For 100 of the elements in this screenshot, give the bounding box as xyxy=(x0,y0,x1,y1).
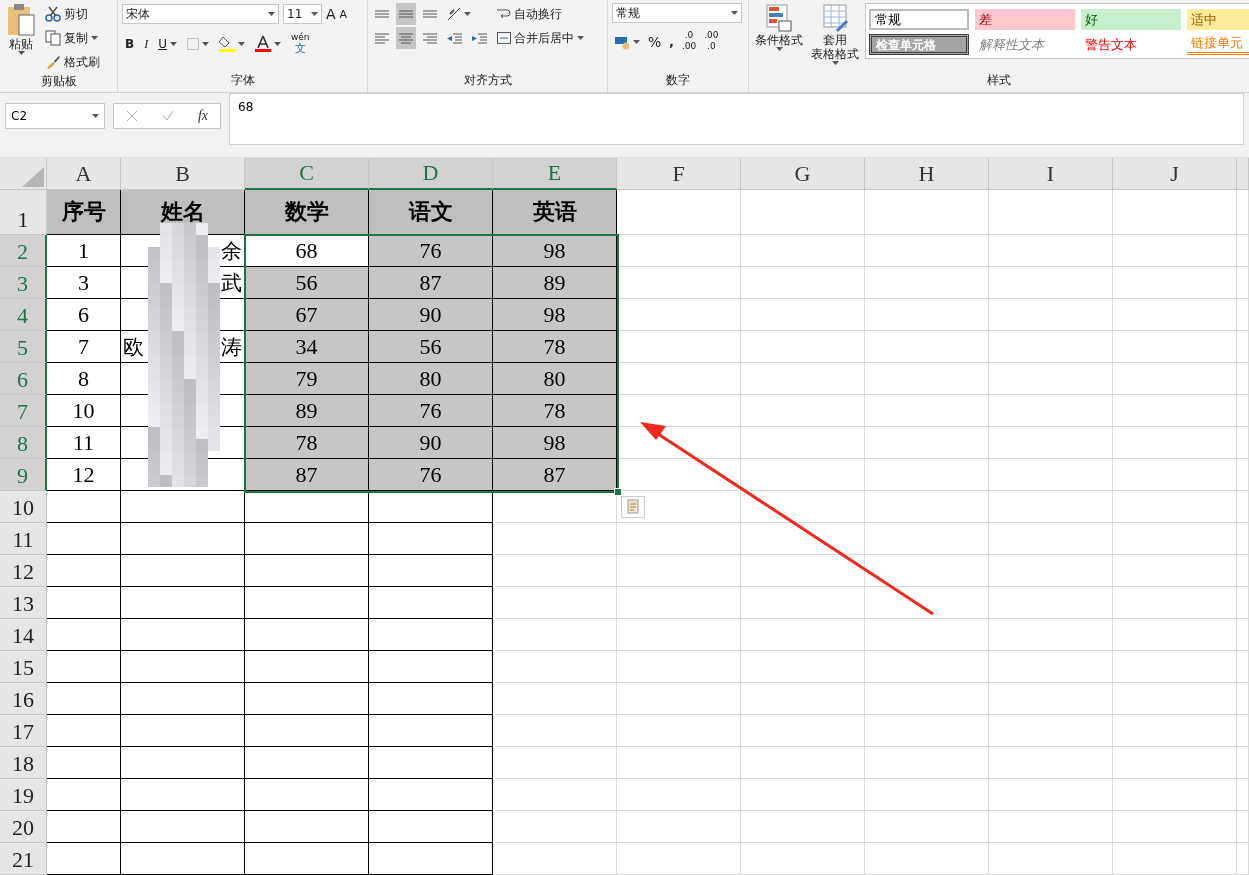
row-header[interactable]: 9 xyxy=(0,459,47,491)
table-cell: 12 xyxy=(47,459,121,491)
row-header[interactable]: 10 xyxy=(0,491,47,523)
column-header[interactable]: B xyxy=(121,158,245,190)
wrap-text-button[interactable]: 自动换行 xyxy=(494,3,587,25)
decrease-decimal-button[interactable]: .00 .0 xyxy=(701,29,722,55)
table-cell: 98 xyxy=(493,427,617,459)
font-size-dropdown[interactable]: 11 xyxy=(283,4,322,24)
row-header[interactable]: 6 xyxy=(0,363,47,395)
format-as-table-button[interactable]: 套用 表格格式 xyxy=(809,3,861,72)
caret-icon xyxy=(731,11,738,15)
copy-button[interactable]: 复制 xyxy=(42,27,103,49)
row-header[interactable]: 4 xyxy=(0,299,47,331)
table-cell: 76 xyxy=(369,395,493,427)
column-header[interactable]: G xyxy=(741,158,865,190)
italic-button[interactable]: I xyxy=(141,33,152,55)
fill-handle[interactable] xyxy=(614,488,622,496)
cell-style-item[interactable]: 解释性文本 xyxy=(975,34,1075,55)
column-header[interactable]: D xyxy=(369,158,493,190)
column-header[interactable]: F xyxy=(617,158,741,190)
row-header[interactable]: 17 xyxy=(0,715,47,747)
table-cell: 89 xyxy=(493,267,617,299)
column-header[interactable]: E xyxy=(493,158,617,190)
cut-button[interactable]: 剪切 xyxy=(42,3,103,25)
table-cell: 87 xyxy=(369,267,493,299)
caret-icon xyxy=(169,42,177,46)
cell-style-item[interactable]: 差 xyxy=(975,9,1075,30)
caret-icon xyxy=(268,12,275,16)
cell-style-item[interactable]: 常规 xyxy=(869,9,969,30)
group-label: 数字 xyxy=(666,72,690,89)
number-format-dropdown[interactable]: 常规 xyxy=(612,3,742,23)
comma-button[interactable]: , xyxy=(666,31,677,53)
row-header[interactable]: 15 xyxy=(0,651,47,683)
table-cell: 11 xyxy=(47,427,121,459)
row-header[interactable]: 1 xyxy=(0,190,47,235)
table-cell: 78 xyxy=(245,427,369,459)
table-cell: 79 xyxy=(245,363,369,395)
conditional-format-button[interactable]: 条件格式 xyxy=(753,3,805,72)
row-header[interactable]: 5 xyxy=(0,331,47,363)
increase-decimal-button[interactable]: .0 .00 xyxy=(678,29,700,55)
horizontal-align-button[interactable] xyxy=(396,27,416,49)
percent-button[interactable]: % xyxy=(645,31,665,53)
cell-style-item[interactable]: 适中 xyxy=(1187,9,1249,30)
table-header-cell: 语文 xyxy=(369,190,493,235)
row-header[interactable]: 7 xyxy=(0,395,47,427)
caret-icon xyxy=(92,114,99,118)
vertical-align-button[interactable] xyxy=(396,3,416,25)
table-cell: 89 xyxy=(245,395,369,427)
formula-input[interactable]: 68 xyxy=(229,93,1244,145)
cell-style-item[interactable]: 警告文本 xyxy=(1081,34,1181,55)
caret-icon xyxy=(464,12,471,16)
table-cell: 87 xyxy=(493,459,617,491)
column-header[interactable]: J xyxy=(1113,158,1237,190)
row-header[interactable]: 2 xyxy=(0,235,47,267)
underline-button[interactable]: U xyxy=(155,33,180,55)
column-header[interactable]: C xyxy=(245,158,369,190)
phonetic-button[interactable]: wén 文 xyxy=(287,31,313,57)
paste-button[interactable]: 粘贴 xyxy=(4,3,38,73)
shrink-font-button[interactable]: A xyxy=(339,3,348,25)
group-label: 剪贴板 xyxy=(40,73,77,90)
format-painter-button[interactable]: 格式刷 xyxy=(42,51,103,73)
table-cell: 80 xyxy=(369,363,493,395)
caret-icon xyxy=(831,61,839,65)
column-header[interactable]: I xyxy=(989,158,1113,190)
align-lines-icon xyxy=(375,10,389,18)
border-icon xyxy=(186,38,199,50)
insert-function-label[interactable]: fx xyxy=(197,108,208,124)
row-header[interactable]: 16 xyxy=(0,683,47,715)
row-header[interactable]: 20 xyxy=(0,811,47,843)
row-header[interactable]: 3 xyxy=(0,267,47,299)
row-header[interactable]: 13 xyxy=(0,587,47,619)
row-header[interactable]: 21 xyxy=(0,843,47,875)
table-cell: 68 xyxy=(245,235,369,267)
name-box[interactable]: C2 xyxy=(5,103,105,129)
row-header[interactable]: 19 xyxy=(0,779,47,811)
table-cell: 76 xyxy=(369,235,493,267)
row-header[interactable]: 14 xyxy=(0,619,47,651)
scissors-icon xyxy=(45,6,61,22)
name-fragment: 余 xyxy=(221,237,242,265)
bold-button[interactable]: B xyxy=(122,33,138,55)
font-name-dropdown[interactable]: 宋体 xyxy=(122,4,279,24)
indent-icon xyxy=(472,32,487,44)
grow-font-button[interactable]: A xyxy=(326,3,336,25)
align-lines-icon xyxy=(399,32,413,44)
column-header[interactable]: A xyxy=(47,158,121,190)
caret-icon xyxy=(201,42,209,46)
table-header-cell: 数学 xyxy=(245,190,369,235)
row-header[interactable]: 8 xyxy=(0,427,47,459)
font-color-icon xyxy=(254,36,271,52)
cell-style-item[interactable]: 好 xyxy=(1081,9,1181,30)
row-header[interactable]: 18 xyxy=(0,747,47,779)
merge-center-button[interactable]: 合并后居中 xyxy=(494,27,587,49)
table-cell: 34 xyxy=(245,331,369,363)
column-header[interactable]: H xyxy=(865,158,989,190)
table-cell: 8 xyxy=(47,363,121,395)
row-header[interactable]: 12 xyxy=(0,555,47,587)
table-cell: 3 xyxy=(47,267,121,299)
select-all-corner[interactable] xyxy=(0,158,47,190)
align-lines-icon xyxy=(375,32,389,44)
row-header[interactable]: 11 xyxy=(0,523,47,555)
